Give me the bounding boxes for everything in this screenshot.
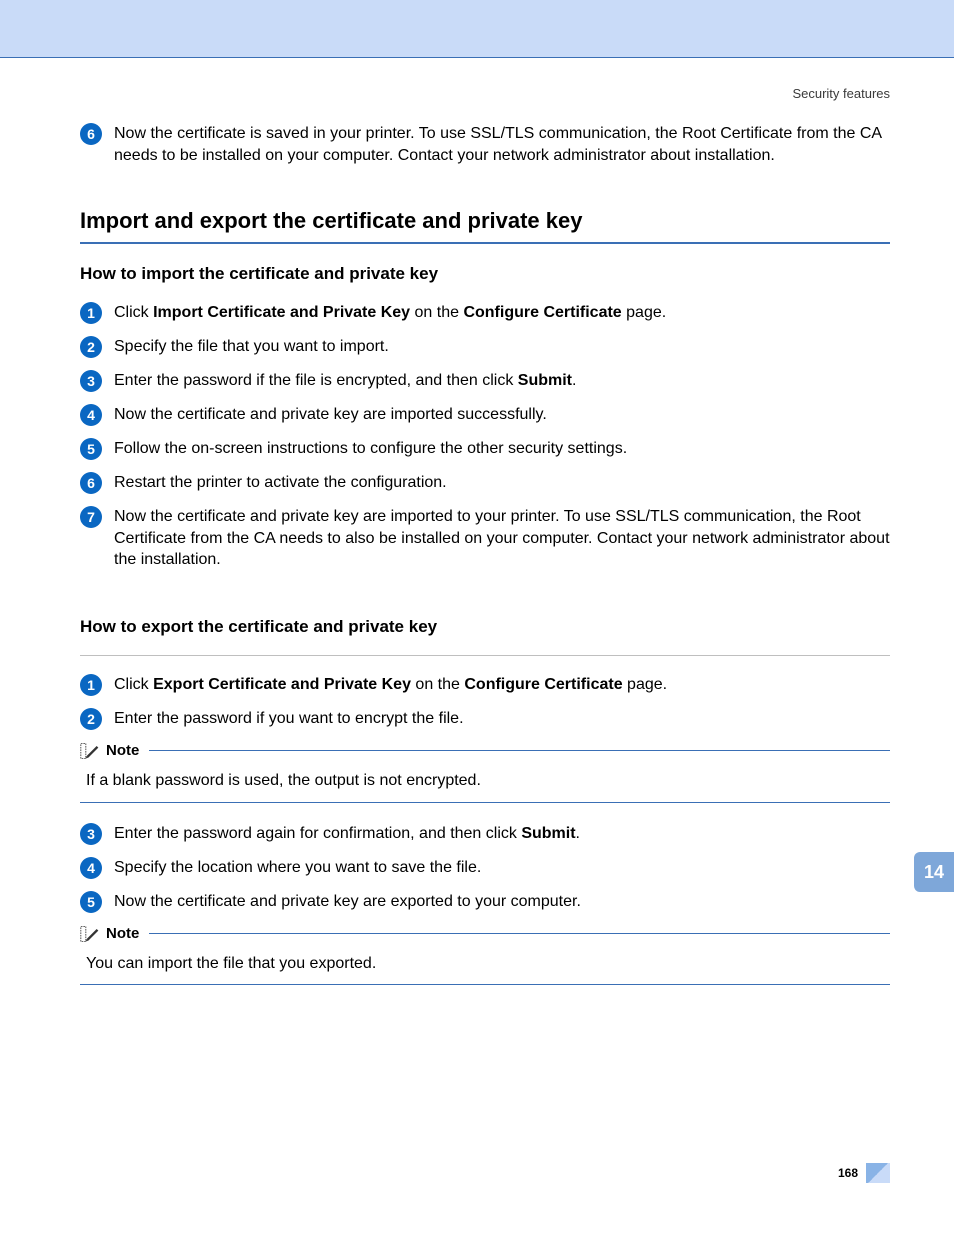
step-number-icon: 1 <box>80 302 102 324</box>
import-subheading: How to import the certificate and privat… <box>80 264 890 284</box>
intro-step: 6 Now the certificate is saved in your p… <box>80 123 890 166</box>
note-rule-bottom <box>80 802 890 803</box>
export-step-1: 1 Click Export Certificate and Private K… <box>80 674 890 696</box>
step-text: Restart the printer to activate the conf… <box>114 472 890 494</box>
step-number-icon: 6 <box>80 472 102 494</box>
note-rule <box>149 933 890 934</box>
step-number-icon: 2 <box>80 708 102 730</box>
step-number-icon: 4 <box>80 857 102 879</box>
note-pencil-icon <box>80 742 100 760</box>
import-step-5: 5 Follow the on-screen instructions to c… <box>80 438 890 460</box>
note-pencil-icon <box>80 925 100 943</box>
export-step-3: 3 Enter the password again for confirmat… <box>80 823 890 845</box>
import-step-1: 1 Click Import Certificate and Private K… <box>80 302 890 324</box>
note-label: Note <box>106 742 139 759</box>
export-step-4: 4 Specify the location where you want to… <box>80 857 890 879</box>
step-number-icon: 6 <box>80 123 102 145</box>
export-subheading: How to export the certificate and privat… <box>80 617 890 637</box>
step-text: Now the certificate and private key are … <box>114 404 890 426</box>
dog-ear-icon <box>866 1163 890 1183</box>
step-text: Enter the password if the file is encryp… <box>114 370 890 392</box>
note-block-2: Note You can import the file that you ex… <box>80 925 890 986</box>
text-bold: Configure Certificate <box>463 304 621 321</box>
step-text: Now the certificate is saved in your pri… <box>114 123 890 166</box>
step-text: Now the certificate and private key are … <box>114 891 890 913</box>
text-frag: Enter the password again for confirmatio… <box>114 825 521 842</box>
step-number-icon: 2 <box>80 336 102 358</box>
top-band <box>0 0 954 58</box>
text-frag: Click <box>114 676 153 693</box>
step-number-icon: 4 <box>80 404 102 426</box>
step-number-icon: 5 <box>80 891 102 913</box>
text-frag: Enter the password if the file is encryp… <box>114 372 518 389</box>
export-step-5: 5 Now the certificate and private key ar… <box>80 891 890 913</box>
section-rule <box>80 242 890 244</box>
text-frag: on the <box>411 676 464 693</box>
text-bold: Submit <box>518 372 572 389</box>
step-number-icon: 5 <box>80 438 102 460</box>
note-label: Note <box>106 925 139 942</box>
text-frag: . <box>572 372 576 389</box>
section-rule-grey <box>80 655 890 656</box>
step-number-icon: 3 <box>80 823 102 845</box>
step-text: Click Import Certificate and Private Key… <box>114 302 890 324</box>
page-number-wrap: 168 <box>838 1163 890 1183</box>
note-rule <box>149 750 890 751</box>
text-frag: page. <box>622 304 666 321</box>
import-step-2: 2 Specify the file that you want to impo… <box>80 336 890 358</box>
page-number: 168 <box>838 1166 858 1180</box>
import-step-4: 4 Now the certificate and private key ar… <box>80 404 890 426</box>
note-rule-bottom <box>80 984 890 985</box>
text-bold: Import Certificate and Private Key <box>153 304 410 321</box>
step-text: Click Export Certificate and Private Key… <box>114 674 890 696</box>
step-text: Now the certificate and private key are … <box>114 506 890 571</box>
text-frag: Click <box>114 304 153 321</box>
text-bold: Configure Certificate <box>464 676 622 693</box>
step-text: Enter the password if you want to encryp… <box>114 708 890 730</box>
header-breadcrumb: Security features <box>0 58 954 101</box>
text-bold: Submit <box>521 825 575 842</box>
step-text: Specify the file that you want to import… <box>114 336 890 358</box>
step-text: Specify the location where you want to s… <box>114 857 890 879</box>
text-frag: on the <box>410 304 463 321</box>
import-step-6: 6 Restart the printer to activate the co… <box>80 472 890 494</box>
step-text: Follow the on-screen instructions to con… <box>114 438 890 460</box>
step-number-icon: 1 <box>80 674 102 696</box>
page-content: 6 Now the certificate is saved in your p… <box>0 101 954 985</box>
note-block-1: Note If a blank password is used, the ou… <box>80 742 890 803</box>
step-text: Enter the password again for confirmatio… <box>114 823 890 845</box>
step-number-icon: 3 <box>80 370 102 392</box>
note-body: If a blank password is used, the output … <box>80 764 890 802</box>
step-number-icon: 7 <box>80 506 102 528</box>
text-frag: page. <box>623 676 667 693</box>
text-bold: Export Certificate and Private Key <box>153 676 411 693</box>
note-body: You can import the file that you exporte… <box>80 947 890 985</box>
chapter-tab[interactable]: 14 <box>914 852 954 892</box>
section-heading: Import and export the certificate and pr… <box>80 208 890 234</box>
text-frag: . <box>576 825 580 842</box>
import-step-7: 7 Now the certificate and private key ar… <box>80 506 890 571</box>
export-step-2: 2 Enter the password if you want to encr… <box>80 708 890 730</box>
import-step-3: 3 Enter the password if the file is encr… <box>80 370 890 392</box>
